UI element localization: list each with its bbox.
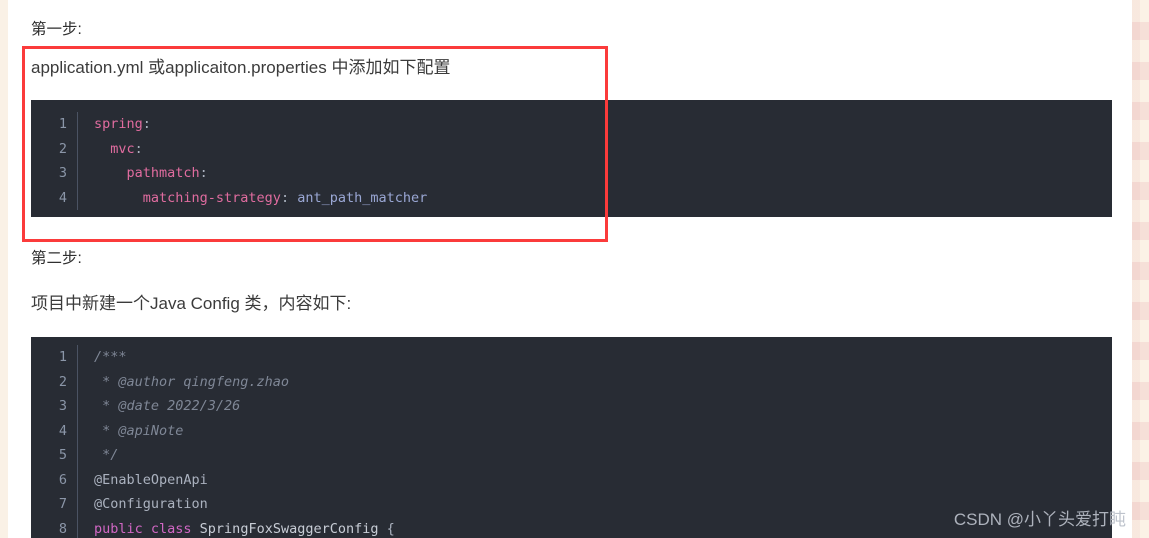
csdn-watermark: CSDN @小丫头爱打盹 xyxy=(953,510,1126,529)
code-token-key: matching-strategy xyxy=(94,189,281,206)
line-number: 2 xyxy=(58,373,67,390)
article-body: 第一步: application.yml 或applicaiton.proper… xyxy=(0,0,1132,538)
code-token-punct: : xyxy=(280,189,290,206)
step-two-label: 第二步: xyxy=(31,250,82,267)
code-block-java[interactable]: 1/*** 2 * @author qingfeng.zhao 3 * @date … xyxy=(31,337,1112,538)
code-token-comment: * @apiNote xyxy=(94,422,184,439)
code-line: 2 mvc: xyxy=(31,136,1112,162)
code-line: 2 * @author qingfeng.zhao xyxy=(31,369,1112,395)
code-text: matching-strategy: ant_path_matcher xyxy=(94,186,427,211)
code-token-punct: : xyxy=(199,165,208,181)
page-right-edge-decoration xyxy=(1132,0,1149,538)
code-token-anno: @EnableOpenApi xyxy=(94,471,208,488)
code-text: * @apiNote xyxy=(94,419,183,444)
code-text: public class SpringFoxSwaggerConfig { xyxy=(94,517,395,538)
code-text: @EnableOpenApi xyxy=(94,468,208,493)
line-number: 3 xyxy=(58,165,67,181)
code-token-val: ant_path_matcher xyxy=(289,189,428,206)
code-text: spring: xyxy=(94,112,151,137)
code-line: 6 @EnableOpenApi xyxy=(31,467,1112,493)
gutter-divider xyxy=(77,185,78,210)
code-line: 1 /*** xyxy=(31,345,1112,370)
code-text: */ xyxy=(94,443,118,468)
gutter-divider xyxy=(77,161,78,186)
line-number: 4 xyxy=(58,189,67,206)
code-line: 1 spring: xyxy=(31,112,1112,137)
code-text: * @date 2022/3/26 xyxy=(94,394,240,419)
line-number: 5 xyxy=(58,447,67,463)
code-token-brace: { xyxy=(386,520,395,537)
code-text: pathmatch: xyxy=(94,161,208,186)
code-token-comment: /*** xyxy=(94,349,127,365)
code-text: * @author qingfeng.zhao xyxy=(94,370,289,395)
code-token-kw: public class xyxy=(94,520,192,537)
step-one-headline: application.yml 或applicaiton.properties … xyxy=(31,58,451,77)
line-number: 2 xyxy=(58,140,67,157)
code-token-type: SpringFoxSwaggerConfig xyxy=(191,520,387,537)
code-text: /*** xyxy=(94,345,127,370)
code-line: 5 */ xyxy=(31,443,1112,468)
code-token-anno: @Configuration xyxy=(94,496,208,512)
code-line: 8 public class SpringFoxSwaggerConfig { xyxy=(31,516,1112,538)
code-token-punct: : xyxy=(142,116,151,132)
gutter-divider xyxy=(77,136,78,161)
gutter-divider xyxy=(77,369,78,394)
code-token-key: mvc xyxy=(94,140,135,157)
gutter-divider xyxy=(77,418,78,443)
code-token-comment: * @date 2022/3/26 xyxy=(94,398,241,414)
code-block-yaml[interactable]: 1 spring: 2 mvc: 3 pathmatch: 4 matching-str… xyxy=(31,100,1112,217)
gutter-divider xyxy=(77,443,78,468)
code-line: 3 pathmatch: xyxy=(31,161,1112,186)
line-number: 8 xyxy=(58,520,67,537)
code-token-comment: */ xyxy=(94,447,119,463)
gutter-divider xyxy=(77,467,78,492)
code-token-comment: * @author qingfeng.zhao xyxy=(94,373,290,390)
code-token-key: pathmatch xyxy=(94,165,200,181)
step-one-label: 第一步: xyxy=(31,21,82,38)
code-line: 3 * @date 2022/3/26 xyxy=(31,394,1112,419)
code-line: 4 * @apiNote xyxy=(31,418,1112,444)
gutter-divider xyxy=(77,394,78,419)
gutter-divider xyxy=(77,112,78,137)
gutter-divider xyxy=(77,492,78,517)
step-two-intro: 项目中新建一个Java Config 类，内容如下: xyxy=(31,294,352,313)
line-number: 1 xyxy=(58,116,67,132)
code-text: mvc: xyxy=(94,137,143,162)
gutter-divider xyxy=(77,516,78,538)
line-number: 7 xyxy=(58,496,67,512)
page-root: 第一步: application.yml 或applicaiton.proper… xyxy=(0,0,1149,538)
line-number: 3 xyxy=(58,398,67,414)
code-line: 4 matching-strategy: ant_path_matcher xyxy=(31,185,1112,211)
line-number: 4 xyxy=(58,422,67,439)
code-token-key: spring xyxy=(94,116,143,132)
line-number: 1 xyxy=(58,349,67,365)
gutter-divider xyxy=(77,345,78,370)
code-token-punct: : xyxy=(134,140,143,157)
code-line: 7 @Configuration xyxy=(31,492,1112,517)
code-text: @Configuration xyxy=(94,492,208,517)
line-number: 6 xyxy=(58,471,67,488)
